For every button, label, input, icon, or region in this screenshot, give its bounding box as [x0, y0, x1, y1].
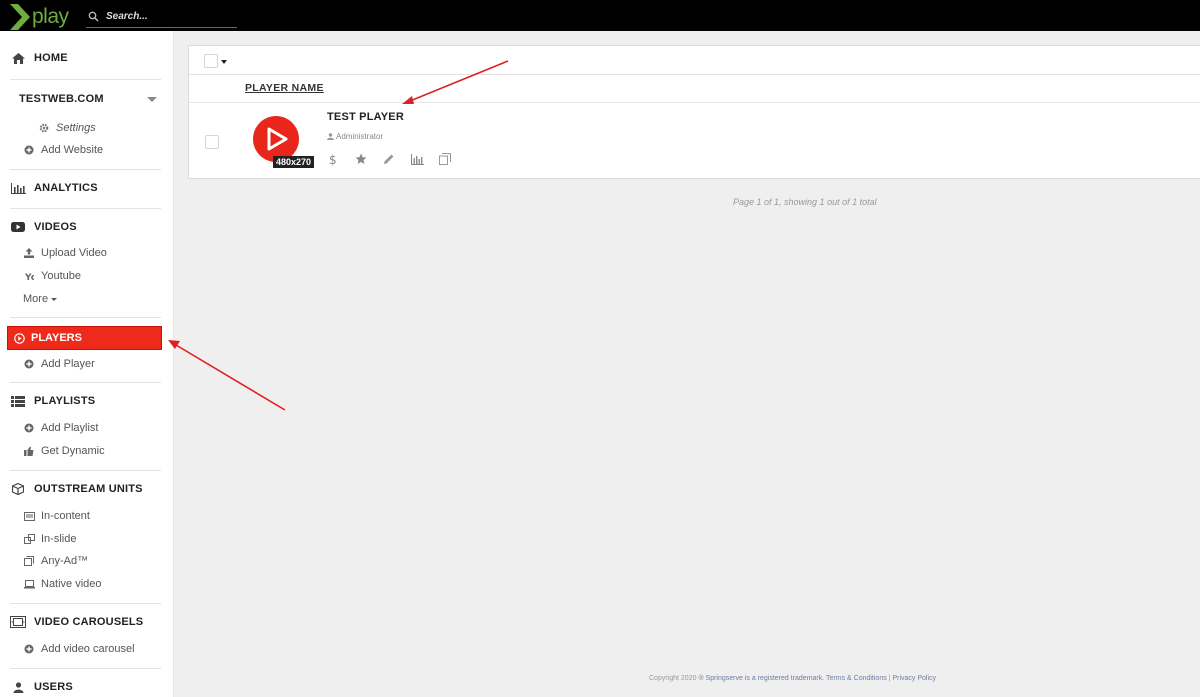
annotation-arrow	[168, 60, 509, 411]
